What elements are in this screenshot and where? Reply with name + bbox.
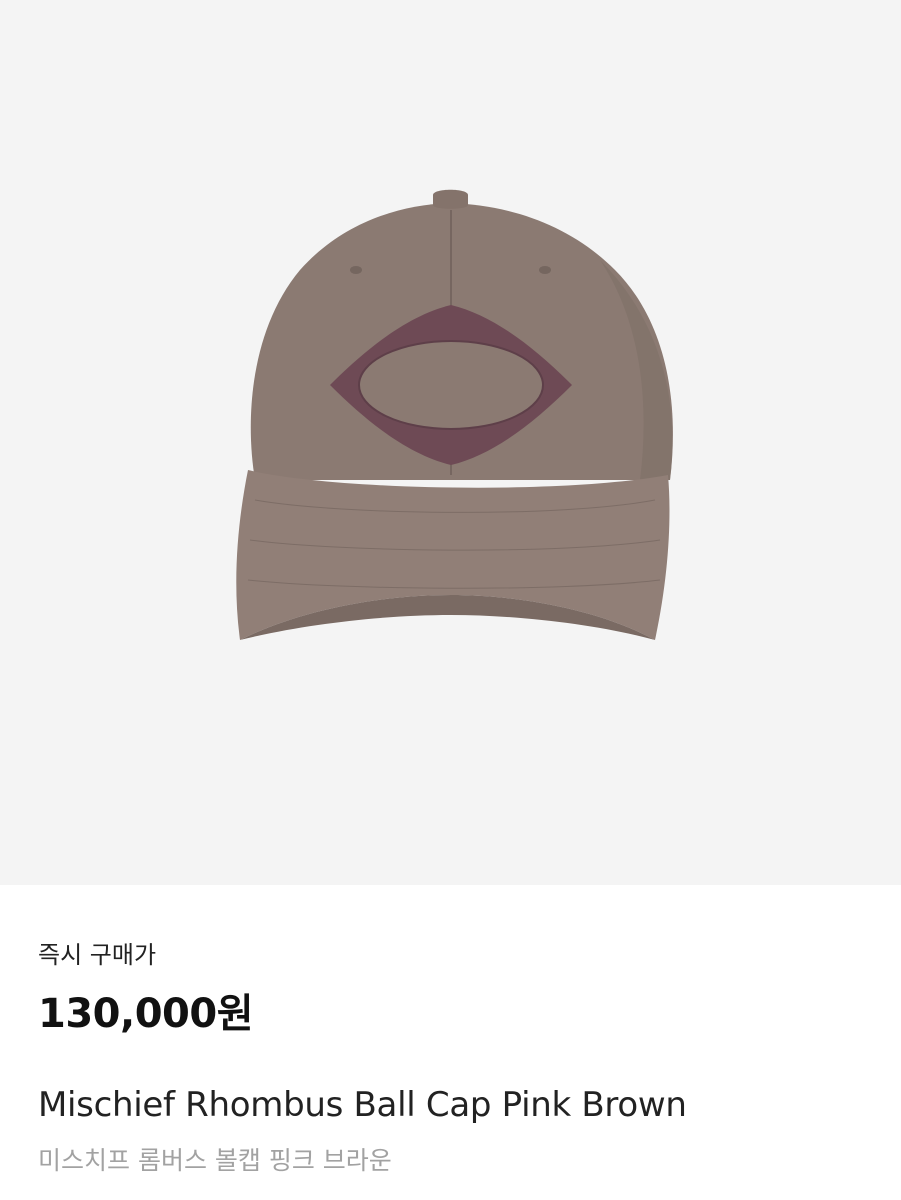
price-value: 130,000원 <box>38 991 254 1037</box>
product-image[interactable] <box>0 0 901 885</box>
product-name-korean: 미스치프 롬버스 볼캡 핑크 브라운 <box>38 1146 392 1175</box>
cap-image <box>236 189 673 640</box>
product-name-english[interactable]: Mischief Rhombus Ball Cap Pink Brown <box>38 1085 687 1125</box>
product-page: 즉시 구매가 130,000원 Mischief Rhombus Ball Ca… <box>0 0 901 1200</box>
price-label: 즉시 구매가 <box>38 941 157 969</box>
